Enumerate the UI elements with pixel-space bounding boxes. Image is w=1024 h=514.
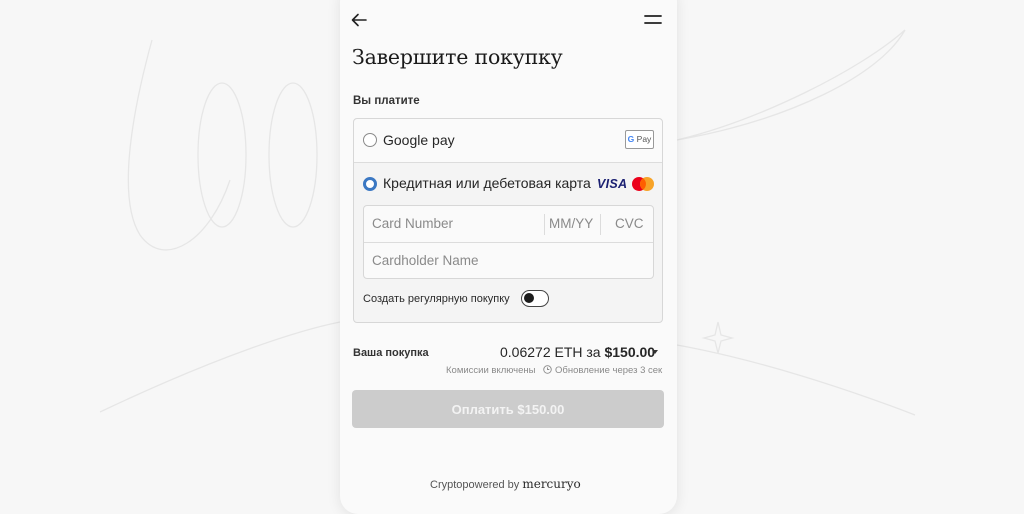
card-number-input[interactable]: Card Number	[372, 216, 453, 231]
crypto-amount: 0.06272 ETH за	[500, 344, 601, 360]
card-fields: Card Number MM/YY CVC Cardholder Name	[363, 205, 654, 279]
payment-option-google-pay[interactable]: Google pay G Pay	[354, 119, 662, 163]
page-title: Завершите покупку	[352, 45, 563, 69]
footer-credit: Cryptopowered by mercuryo	[430, 477, 581, 491]
hamburger-menu-icon	[644, 15, 662, 24]
back-button[interactable]	[350, 10, 370, 30]
google-pay-icon: G Pay	[625, 130, 654, 149]
recurring-purchase-toggle[interactable]	[521, 290, 549, 307]
fiat-amount: $150.00	[604, 344, 656, 360]
toggle-knob	[524, 293, 534, 303]
visa-icon: VISA	[597, 177, 628, 191]
expiry-input[interactable]: MM/YY	[549, 216, 593, 231]
footer-prefix: Cryptopowered by	[430, 479, 520, 491]
google-pay-radio[interactable]	[363, 133, 377, 147]
mastercard-icon	[632, 177, 654, 191]
recurring-purchase-label: Создать регулярную покупку	[363, 293, 510, 305]
cardholder-name-input[interactable]: Cardholder Name	[372, 253, 479, 268]
field-divider	[364, 242, 653, 243]
card-radio[interactable]	[363, 177, 377, 191]
payment-methods-box: Google pay G Pay Кредитная или дебетовая…	[353, 118, 663, 323]
google-pay-label: Google pay	[383, 132, 455, 148]
section-label-you-pay: Вы платите	[353, 95, 420, 107]
field-divider	[544, 214, 545, 235]
payment-option-card[interactable]: Кредитная или дебетовая карта VISA	[354, 163, 662, 207]
cvc-input[interactable]: CVC	[615, 216, 644, 231]
clock-icon	[543, 365, 552, 374]
chevron-down-icon[interactable]	[652, 350, 658, 354]
card-option-label: Кредитная или дебетовая карта	[383, 175, 591, 191]
quote-refresh-timer: Обновление через 3 сек	[555, 365, 663, 376]
purchase-amount-selector[interactable]: 0.06272 ETH за $150.00	[500, 344, 655, 360]
pay-button[interactable]: Оплатить $150.00	[352, 390, 664, 428]
fees-included-note: Комиссии включены	[446, 365, 536, 376]
purchase-label: Ваша покупка	[353, 347, 429, 359]
field-divider	[600, 214, 601, 235]
menu-button[interactable]	[643, 12, 663, 28]
arrow-left-icon	[351, 13, 367, 27]
mercuryo-logo: mercuryo	[522, 477, 581, 491]
